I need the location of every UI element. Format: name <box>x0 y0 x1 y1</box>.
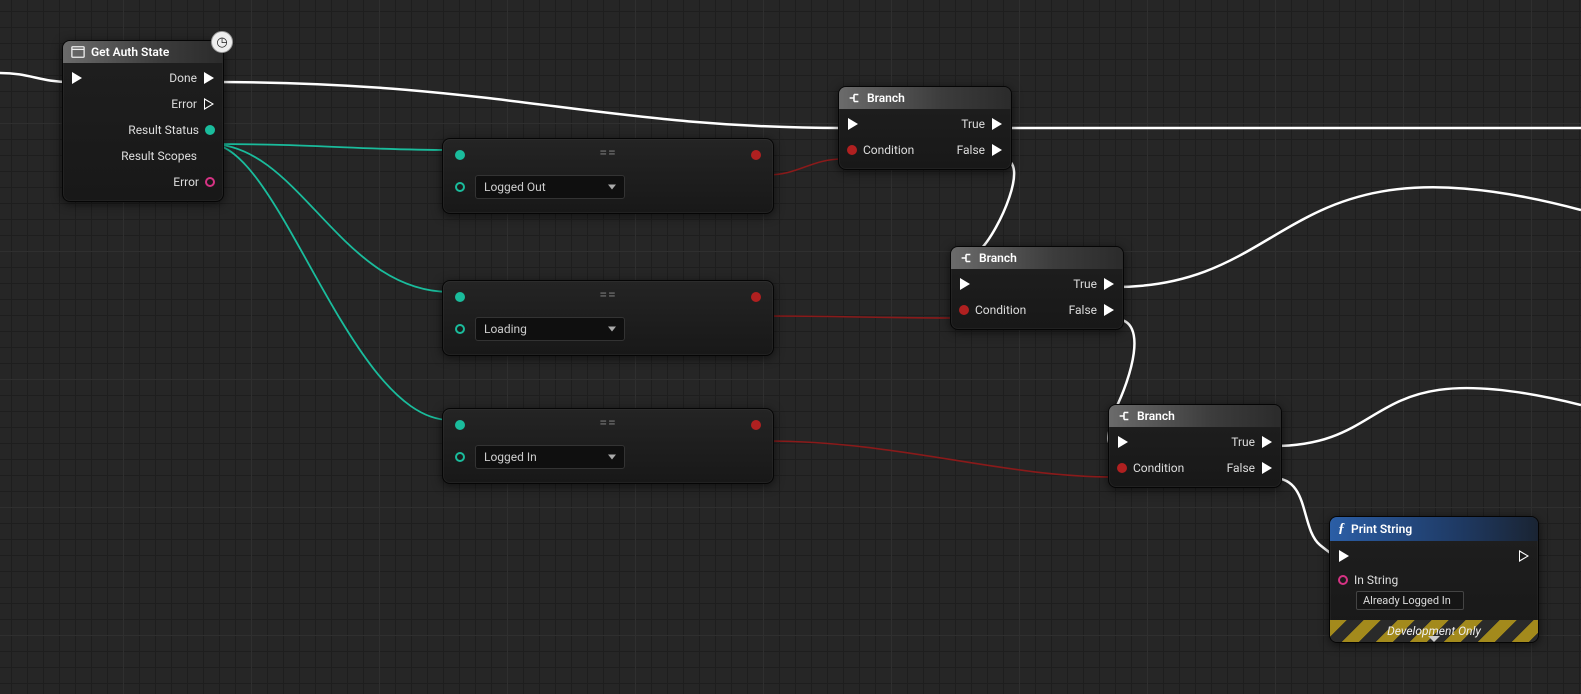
pin-error-data[interactable]: Error <box>121 173 215 191</box>
false-pin[interactable]: False <box>1069 301 1115 319</box>
in-string-input[interactable]: Already Logged In <box>1356 591 1464 610</box>
dropdown-value: Logged In <box>484 450 537 464</box>
node-equals-loading[interactable]: == Loading <box>442 280 774 356</box>
branch-icon <box>847 91 861 105</box>
node-branch-1[interactable]: Branch Condition True False <box>838 86 1012 170</box>
pin-error-exec[interactable]: Error <box>121 95 215 113</box>
in-string-value: Already Logged In <box>1363 594 1451 607</box>
exec-out-pin[interactable] <box>1518 547 1530 565</box>
true-pin[interactable]: True <box>1069 275 1115 293</box>
equals-label: == <box>599 415 616 431</box>
bool-out-pin[interactable] <box>751 292 761 302</box>
true-pin[interactable]: True <box>1227 433 1273 451</box>
in-string-pin[interactable]: In String Already Logged In <box>1338 573 1464 610</box>
true-pin[interactable]: True <box>957 115 1003 133</box>
node-title: Branch <box>1137 409 1175 423</box>
pin-done[interactable]: Done <box>121 69 215 87</box>
enum-in-pin[interactable] <box>455 292 465 302</box>
enum-dropdown[interactable]: Logged In <box>475 445 625 469</box>
enum-in-pin[interactable] <box>455 150 465 160</box>
development-only-banner: Development Only <box>1330 620 1538 642</box>
condition-pin[interactable]: Condition <box>959 301 1026 319</box>
node-header: Branch <box>951 247 1123 269</box>
node-print-string[interactable]: ƒ Print String In String Already Logged … <box>1329 516 1539 643</box>
equals-label: == <box>599 287 616 303</box>
node-title: Branch <box>979 251 1017 265</box>
branch-icon <box>959 251 973 265</box>
exec-in-pin[interactable] <box>1117 433 1184 451</box>
enum-cmp-pin[interactable] <box>455 324 465 334</box>
node-title: Branch <box>867 91 905 105</box>
function-icon: ƒ <box>1338 521 1345 537</box>
bool-out-pin[interactable] <box>751 150 761 160</box>
enum-cmp-pin[interactable] <box>455 182 465 192</box>
window-icon <box>71 45 85 59</box>
pin-result-status[interactable]: Result Status <box>121 121 215 139</box>
node-header: Branch <box>1109 405 1281 427</box>
equals-label: == <box>599 145 616 161</box>
exec-in-pin[interactable] <box>847 115 914 133</box>
node-get-auth-state[interactable]: ◷ Get Auth State Done Error Result Statu… <box>62 40 224 202</box>
enum-cmp-pin[interactable] <box>455 452 465 462</box>
node-header: ƒ Print String <box>1330 517 1538 541</box>
node-branch-3[interactable]: Branch Condition True False <box>1108 404 1282 488</box>
node-header: Branch <box>839 87 1011 109</box>
node-title: Get Auth State <box>91 45 169 59</box>
false-pin[interactable]: False <box>957 141 1003 159</box>
false-pin[interactable]: False <box>1227 459 1273 477</box>
dropdown-value: Logged Out <box>484 180 546 194</box>
exec-in-pin[interactable] <box>71 69 83 87</box>
bool-out-pin[interactable] <box>751 420 761 430</box>
enum-in-pin[interactable] <box>455 420 465 430</box>
dropdown-value: Loading <box>484 322 527 336</box>
enum-dropdown[interactable]: Loading <box>475 317 625 341</box>
node-header: Get Auth State <box>63 41 223 63</box>
node-equals-logged-out[interactable]: == Logged Out <box>442 138 774 214</box>
exec-in-pin[interactable] <box>1338 547 1464 565</box>
condition-pin[interactable]: Condition <box>847 141 914 159</box>
latent-badge: ◷ <box>211 31 233 53</box>
exec-in-pin[interactable] <box>959 275 1026 293</box>
pin-result-scopes[interactable]: Result Scopes <box>121 147 215 165</box>
node-branch-2[interactable]: Branch Condition True False <box>950 246 1124 330</box>
enum-dropdown[interactable]: Logged Out <box>475 175 625 199</box>
branch-icon <box>1117 409 1131 423</box>
condition-pin[interactable]: Condition <box>1117 459 1184 477</box>
node-title: Print String <box>1351 522 1412 536</box>
node-equals-logged-in[interactable]: == Logged In <box>442 408 774 484</box>
